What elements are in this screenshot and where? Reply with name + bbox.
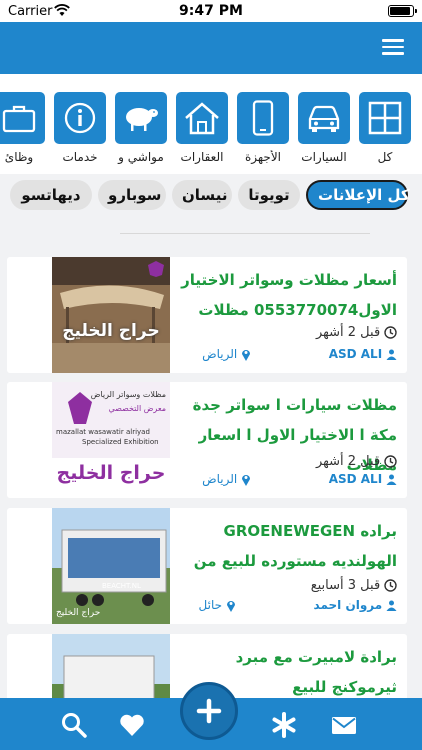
category-label: كل: [377, 150, 393, 164]
listing-time: قبل 2 أشهر: [315, 325, 381, 340]
listing-card[interactable]: حراج الخليج أسعار مظلات وسواتر الاختيار …: [7, 257, 407, 373]
category-strip: كل السيارات الأجهزة العقارات مواشي و خدم…: [0, 74, 422, 174]
category-label: السيارات: [301, 150, 347, 164]
location-pin-icon: [226, 601, 235, 612]
divider: [120, 233, 370, 234]
hamburger-menu-icon[interactable]: [382, 39, 404, 55]
thumbnail-watermark: حراج الخليج: [62, 321, 160, 341]
status-bar: Carrier 9:47 PM: [0, 0, 422, 22]
listing-thumbnail[interactable]: BEACHT.NL حراج الخليج: [52, 508, 170, 624]
category-realestate[interactable]: العقارات: [173, 92, 231, 164]
clock: 9:47 PM: [179, 3, 243, 19]
category-all[interactable]: كل: [356, 92, 414, 164]
chip-subaru[interactable]: سوبارو: [98, 180, 166, 210]
thumbnail-brand: BEACHT.NL: [102, 582, 141, 590]
clock-icon: [384, 455, 397, 468]
add-icon: [196, 698, 222, 724]
category-cars[interactable]: السيارات: [295, 92, 353, 164]
user-icon: [386, 474, 397, 485]
car-icon: [298, 92, 350, 144]
listing-time-row: قبل 3 أسابيع: [175, 578, 397, 593]
listing-time-row: قبل 2 أشهر: [175, 325, 397, 340]
location-pin-icon: [242, 350, 251, 361]
category-devices[interactable]: الأجهزة: [234, 92, 292, 164]
clock-icon: [384, 326, 397, 339]
chip-toyota[interactable]: تويوتا: [238, 180, 300, 210]
grid-icon: [359, 92, 411, 144]
listing-info-row: مروان احمد حائل: [175, 598, 397, 612]
thumbnail-heading: مظلات وسواتر الرياض: [90, 390, 166, 399]
chip-nissan[interactable]: نيسان: [172, 180, 232, 210]
asterisk-icon[interactable]: [270, 711, 298, 739]
listing-thumbnail[interactable]: حراج الخليج: [52, 257, 170, 373]
listing-thumbnail[interactable]: مظلات وسواتر الرياض معرض التخصصي mazalla…: [52, 382, 170, 498]
listing-location: الرياض: [202, 347, 238, 361]
listing-location: الرياض: [202, 472, 238, 486]
listing-user[interactable]: مروان احمد: [314, 598, 383, 612]
category-label: العقارات: [180, 150, 224, 164]
listing-time-row: قبل 2 أشهر: [175, 454, 397, 469]
category-label: مواشي و: [118, 150, 164, 164]
category-jobs[interactable]: وظائ: [0, 92, 48, 164]
info-icon: [54, 92, 106, 144]
navbar: [0, 22, 422, 74]
category-label: الأجهزة: [244, 150, 282, 164]
listing-card[interactable]: BEACHT.NL حراج الخليج براده GROENEWEGEN …: [7, 508, 407, 624]
house-icon: [176, 92, 228, 144]
battery-level: [390, 7, 410, 15]
thumbnail-english-sub: Specialized Exhibition: [82, 438, 159, 446]
filter-chips: كل الإعلانات تويوتا نيسان سوبارو ديهاتسو: [0, 176, 422, 216]
mail-icon[interactable]: [330, 711, 358, 739]
thumbnail-watermark: حراج الخليج: [56, 608, 101, 618]
category-services[interactable]: خدمات: [51, 92, 109, 164]
chip-all-ads[interactable]: كل الإعلانات: [306, 180, 410, 210]
listing-time: قبل 3 أسابيع: [310, 578, 381, 593]
search-icon[interactable]: [60, 711, 88, 739]
category-label: وظائ: [4, 150, 34, 164]
listing-location: حائل: [198, 598, 223, 612]
battery-icon: [388, 5, 417, 17]
thumbnail-watermark: حراج الخليج: [56, 462, 166, 484]
listing-info-row: ASD ALI الرياض: [175, 472, 397, 486]
user-icon: [386, 600, 397, 611]
listing-user[interactable]: ASD ALI: [329, 472, 382, 486]
listing-time: قبل 2 أشهر: [315, 454, 381, 469]
listing-title[interactable]: براده GROENEWEGEN الهولنديه مستورده للبي…: [175, 516, 397, 576]
listing-card[interactable]: مظلات وسواتر الرياض معرض التخصصي mazalla…: [7, 382, 407, 498]
briefcase-icon: [0, 92, 45, 144]
chip-daihatsu[interactable]: ديهاتسو: [10, 180, 92, 210]
clock-icon: [384, 579, 397, 592]
thumbnail-english: mazallat wasawatir alriyad: [56, 428, 150, 436]
listing-title[interactable]: أسعار مظلات وسواتر الاختيار الاول0553770…: [175, 265, 397, 325]
location-pin-icon: [242, 475, 251, 486]
add-listing-button[interactable]: [180, 682, 238, 740]
listing-user[interactable]: ASD ALI: [329, 347, 382, 361]
user-icon: [386, 349, 397, 360]
phone-icon: [237, 92, 289, 144]
category-label: خدمات: [62, 150, 98, 164]
heart-icon[interactable]: [118, 711, 146, 739]
listing-info-row: ASD ALI الرياض: [175, 347, 397, 361]
category-livestock[interactable]: مواشي و: [112, 92, 170, 164]
thumbnail-sub: معرض التخصصي: [108, 404, 166, 413]
sheep-icon: [115, 92, 167, 144]
